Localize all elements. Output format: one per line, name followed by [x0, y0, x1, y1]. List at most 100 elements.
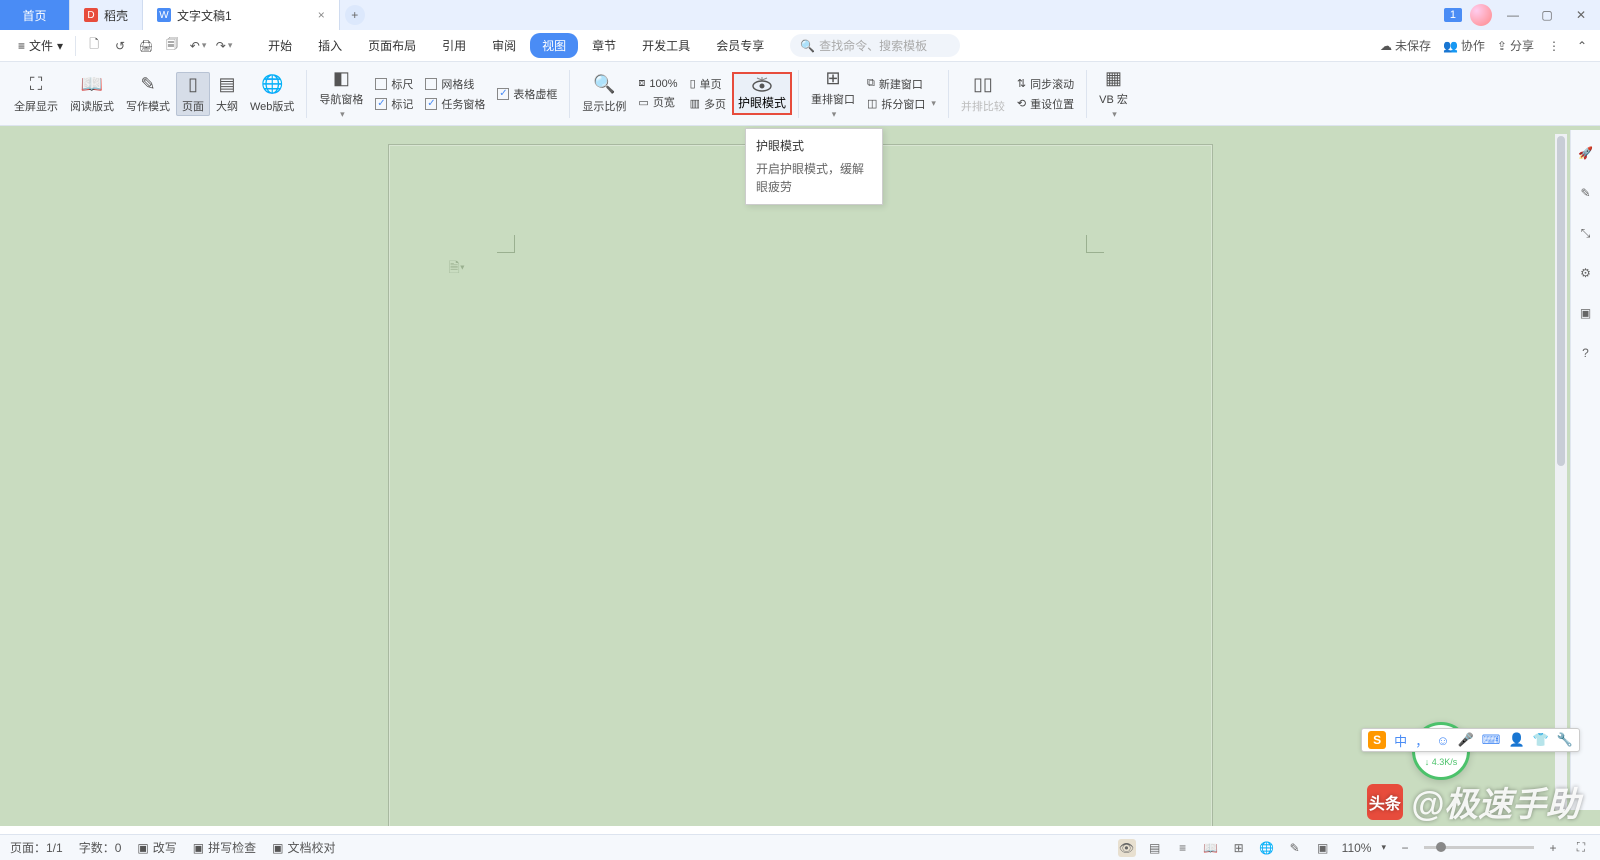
maximize-button[interactable]: ▢ [1534, 2, 1560, 28]
page-mark-icon: 🗎▾ [449, 257, 465, 281]
help-icon[interactable]: ? [1577, 344, 1595, 362]
undo-button[interactable]: ↶ [190, 38, 206, 54]
taskpane-checkbox[interactable]: 任务窗格 [425, 96, 485, 112]
gridlines-checkbox[interactable]: 网格线 [425, 76, 485, 92]
print-preview-icon[interactable]: 🗐 [164, 38, 180, 54]
table-gridlines-checkbox[interactable]: 表格虚框 [497, 86, 557, 102]
page-layout-button[interactable]: ▯页面 [176, 72, 210, 116]
reading-layout-button[interactable]: 📖阅读版式 [64, 74, 120, 114]
tab-devtools[interactable]: 开发工具 [630, 33, 702, 58]
rewrite-button[interactable]: ▣改写 [137, 839, 176, 856]
tab-document[interactable]: W 文字文稿1 × [143, 0, 340, 30]
fit-icon[interactable]: ▣ [1314, 839, 1332, 857]
web-layout-button[interactable]: 🌐Web版式 [244, 74, 300, 114]
ime-mic-icon[interactable]: 🎤 [1457, 732, 1473, 748]
avatar[interactable] [1470, 4, 1492, 26]
ime-skin-icon[interactable]: 👕 [1533, 732, 1549, 748]
undo-history-icon[interactable]: ↺ [112, 38, 128, 54]
file-menu[interactable]: ≡ 文件 ▾ [10, 35, 71, 56]
zoom-100-button[interactable]: ⧈100% [638, 77, 677, 90]
ime-tool-icon[interactable]: 🔧 [1557, 732, 1573, 748]
new-window-button[interactable]: ⧉新建窗口 [867, 76, 936, 92]
redo-button[interactable]: ↷ [216, 38, 232, 54]
view-outline-icon[interactable]: ≡ [1174, 839, 1192, 857]
writing-mode-button[interactable]: ✎写作模式 [120, 74, 176, 114]
arrange-windows-button[interactable]: ⊞重排窗口 [805, 67, 861, 120]
fullscreen-button[interactable]: ⛶全屏显示 [8, 74, 64, 114]
view-reading-icon[interactable]: 📖 [1202, 839, 1220, 857]
zoom-slider[interactable] [1424, 846, 1534, 849]
ime-smile-icon[interactable]: ☺ [1436, 733, 1449, 748]
tab-vip[interactable]: 会员专享 [704, 33, 776, 58]
ime-punct-icon[interactable]: ， [1415, 731, 1428, 750]
tab-layout[interactable]: 页面布局 [356, 33, 428, 58]
share-button[interactable]: ⇪分享 [1497, 37, 1534, 54]
print-icon[interactable]: 🖨 [138, 38, 154, 54]
notification-badge[interactable]: 1 [1444, 8, 1462, 22]
markup-checkbox[interactable]: 标记 [375, 96, 413, 112]
outline-button[interactable]: ▤大纲 [210, 74, 244, 114]
spellcheck-button[interactable]: ▣拼写检查 [193, 839, 256, 856]
vb-macro-button[interactable]: ▦VB 宏 [1093, 67, 1134, 120]
tab-home[interactable]: 首页 [0, 0, 70, 30]
eye-protection-button[interactable]: 护眼模式 [732, 72, 792, 115]
ime-bar[interactable]: S 中 ， ☺ 🎤 ⌨ 👤 👕 🔧 [1361, 728, 1580, 752]
tab-chapter[interactable]: 章节 [580, 33, 628, 58]
vertical-scrollbar[interactable] [1555, 134, 1567, 810]
document-page[interactable]: 🗎▾ [388, 144, 1213, 826]
view-web-icon[interactable]: ⊞ [1230, 839, 1248, 857]
cloud-icon: ☁ [1380, 39, 1392, 53]
minimize-button[interactable]: — [1500, 2, 1526, 28]
split-window-button[interactable]: ◫拆分窗口 [867, 96, 936, 112]
close-button[interactable]: ✕ [1568, 2, 1594, 28]
web-icon: 🌐 [261, 74, 283, 96]
magnifier-icon: 🔍 [593, 74, 615, 96]
collab-button[interactable]: 👥协作 [1443, 37, 1485, 54]
zoom-scale-button[interactable]: 🔍显示比例 [576, 74, 632, 114]
more-icon[interactable]: ⋮ [1546, 38, 1562, 54]
view-globe-icon[interactable]: 🌐 [1258, 839, 1276, 857]
search-input[interactable]: 🔍 查找命令、搜索模板 [790, 34, 960, 57]
view-pen-icon[interactable]: ✎ [1286, 839, 1304, 857]
scrollbar-thumb[interactable] [1557, 136, 1565, 466]
collapse-ribbon-icon[interactable]: ⌃ [1574, 38, 1590, 54]
tab-reference[interactable]: 引用 [430, 33, 478, 58]
tab-review[interactable]: 审阅 [480, 33, 528, 58]
tab-insert[interactable]: 插入 [306, 33, 354, 58]
tab-docer[interactable]: D 稻壳 [70, 0, 143, 30]
view-page-icon[interactable]: ▤ [1146, 839, 1164, 857]
pencil-icon[interactable]: ✎ [1577, 184, 1595, 202]
cursor-icon[interactable]: ⤡ [1577, 224, 1595, 242]
multi-page-button[interactable]: ▥多页 [690, 96, 726, 112]
eye-mode-status-icon[interactable]: 👁 [1118, 839, 1136, 857]
settings-icon[interactable]: ⚙ [1577, 264, 1595, 282]
unsaved-indicator[interactable]: ☁未保存 [1380, 37, 1431, 54]
zoom-value[interactable]: 110% [1342, 841, 1372, 855]
zoom-in-button[interactable]: + [1544, 839, 1562, 857]
side-by-side-button: ▯▯并排比较 [955, 74, 1011, 114]
macro-icon: ▦ [1103, 67, 1125, 89]
ruler-checkbox[interactable]: 标尺 [375, 76, 413, 92]
tab-start[interactable]: 开始 [256, 33, 304, 58]
sogou-icon[interactable]: S [1368, 731, 1386, 749]
word-count[interactable]: 字数：0 [79, 839, 122, 856]
tab-view[interactable]: 视图 [530, 33, 578, 58]
save-icon[interactable]: 🗋 [86, 38, 102, 54]
box-icon[interactable]: ▣ [1577, 304, 1595, 322]
x-icon: ▣ [193, 841, 204, 855]
menubar: ≡ 文件 ▾ 🗋 ↺ 🖨 🗐 ↶ ↷ 开始 插入 页面布局 引用 审阅 视图 章… [0, 30, 1600, 62]
fullscreen-status-icon[interactable]: ⛶ [1572, 839, 1590, 857]
nav-pane-button[interactable]: ◧导航窗格 [313, 67, 369, 120]
outline-icon: ▤ [216, 74, 238, 96]
page-width-button[interactable]: ▭页宽 [638, 94, 677, 110]
ime-lang[interactable]: 中 [1394, 731, 1407, 750]
close-icon[interactable]: × [318, 8, 325, 22]
zoom-out-button[interactable]: − [1396, 839, 1414, 857]
ime-keyboard-icon[interactable]: ⌨ [1482, 732, 1501, 748]
page-count[interactable]: 页面：1/1 [10, 839, 63, 856]
new-tab-button[interactable]: + [345, 5, 365, 25]
proofread-button[interactable]: ▣文档校对 [272, 839, 335, 856]
single-page-button[interactable]: ▯单页 [690, 76, 726, 92]
ime-user-icon[interactable]: 👤 [1508, 732, 1524, 748]
rocket-icon[interactable]: 🚀 [1577, 144, 1595, 162]
